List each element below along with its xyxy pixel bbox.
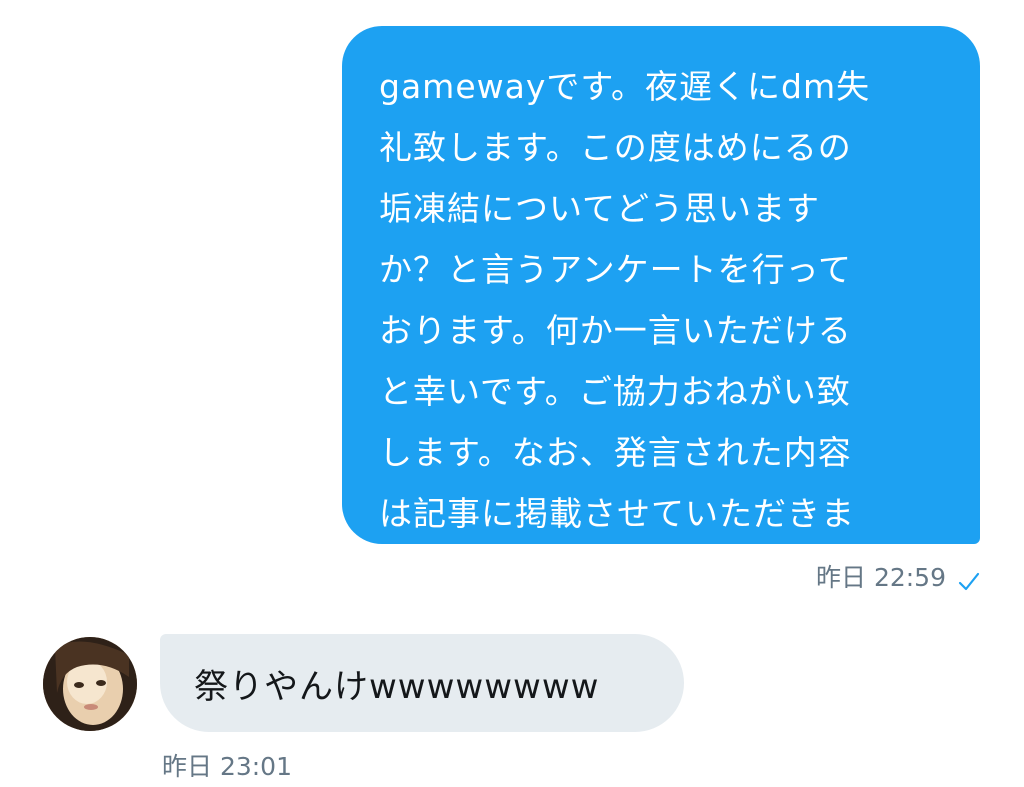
- avatar-image: [43, 637, 137, 731]
- sent-message-line: と幸いです。ご協力おねがい致: [379, 372, 851, 411]
- sent-message-meta: 昨日 22:59: [816, 560, 980, 596]
- sent-message-line: か？と言うアンケートを行って: [379, 250, 853, 289]
- sent-message-bubble[interactable]: gamewayです。夜遅くにdm失 礼致します。この度はめにるの 垢凍結について…: [342, 26, 980, 594]
- received-message-text: 祭りやんけwwwwwwww: [194, 666, 600, 707]
- sent-message-line: 礼致します。この度はめにるの: [379, 128, 852, 167]
- sent-timestamp: 昨日 22:59: [816, 563, 946, 592]
- sent-message-line: します。なお、発言された内容: [379, 433, 852, 472]
- checkmark-icon: [958, 567, 980, 591]
- avatar[interactable]: [43, 637, 137, 731]
- received-timestamp: 昨日 23:01: [162, 752, 292, 781]
- received-message-bubble[interactable]: 祭りやんけwwwwwwww: [160, 634, 684, 732]
- sent-message-line: gamewayです。夜遅くにdm失: [379, 67, 871, 106]
- sent-message-line: おります。何か一言いただける: [379, 311, 852, 350]
- sent-message-line: 垢凍結についてどう思います: [379, 189, 821, 228]
- dm-conversation: gamewayです。夜遅くにdm失 礼致します。この度はめにるの 垢凍結について…: [0, 0, 1024, 787]
- sent-message-line: は記事に掲載させていただきま: [379, 494, 855, 533]
